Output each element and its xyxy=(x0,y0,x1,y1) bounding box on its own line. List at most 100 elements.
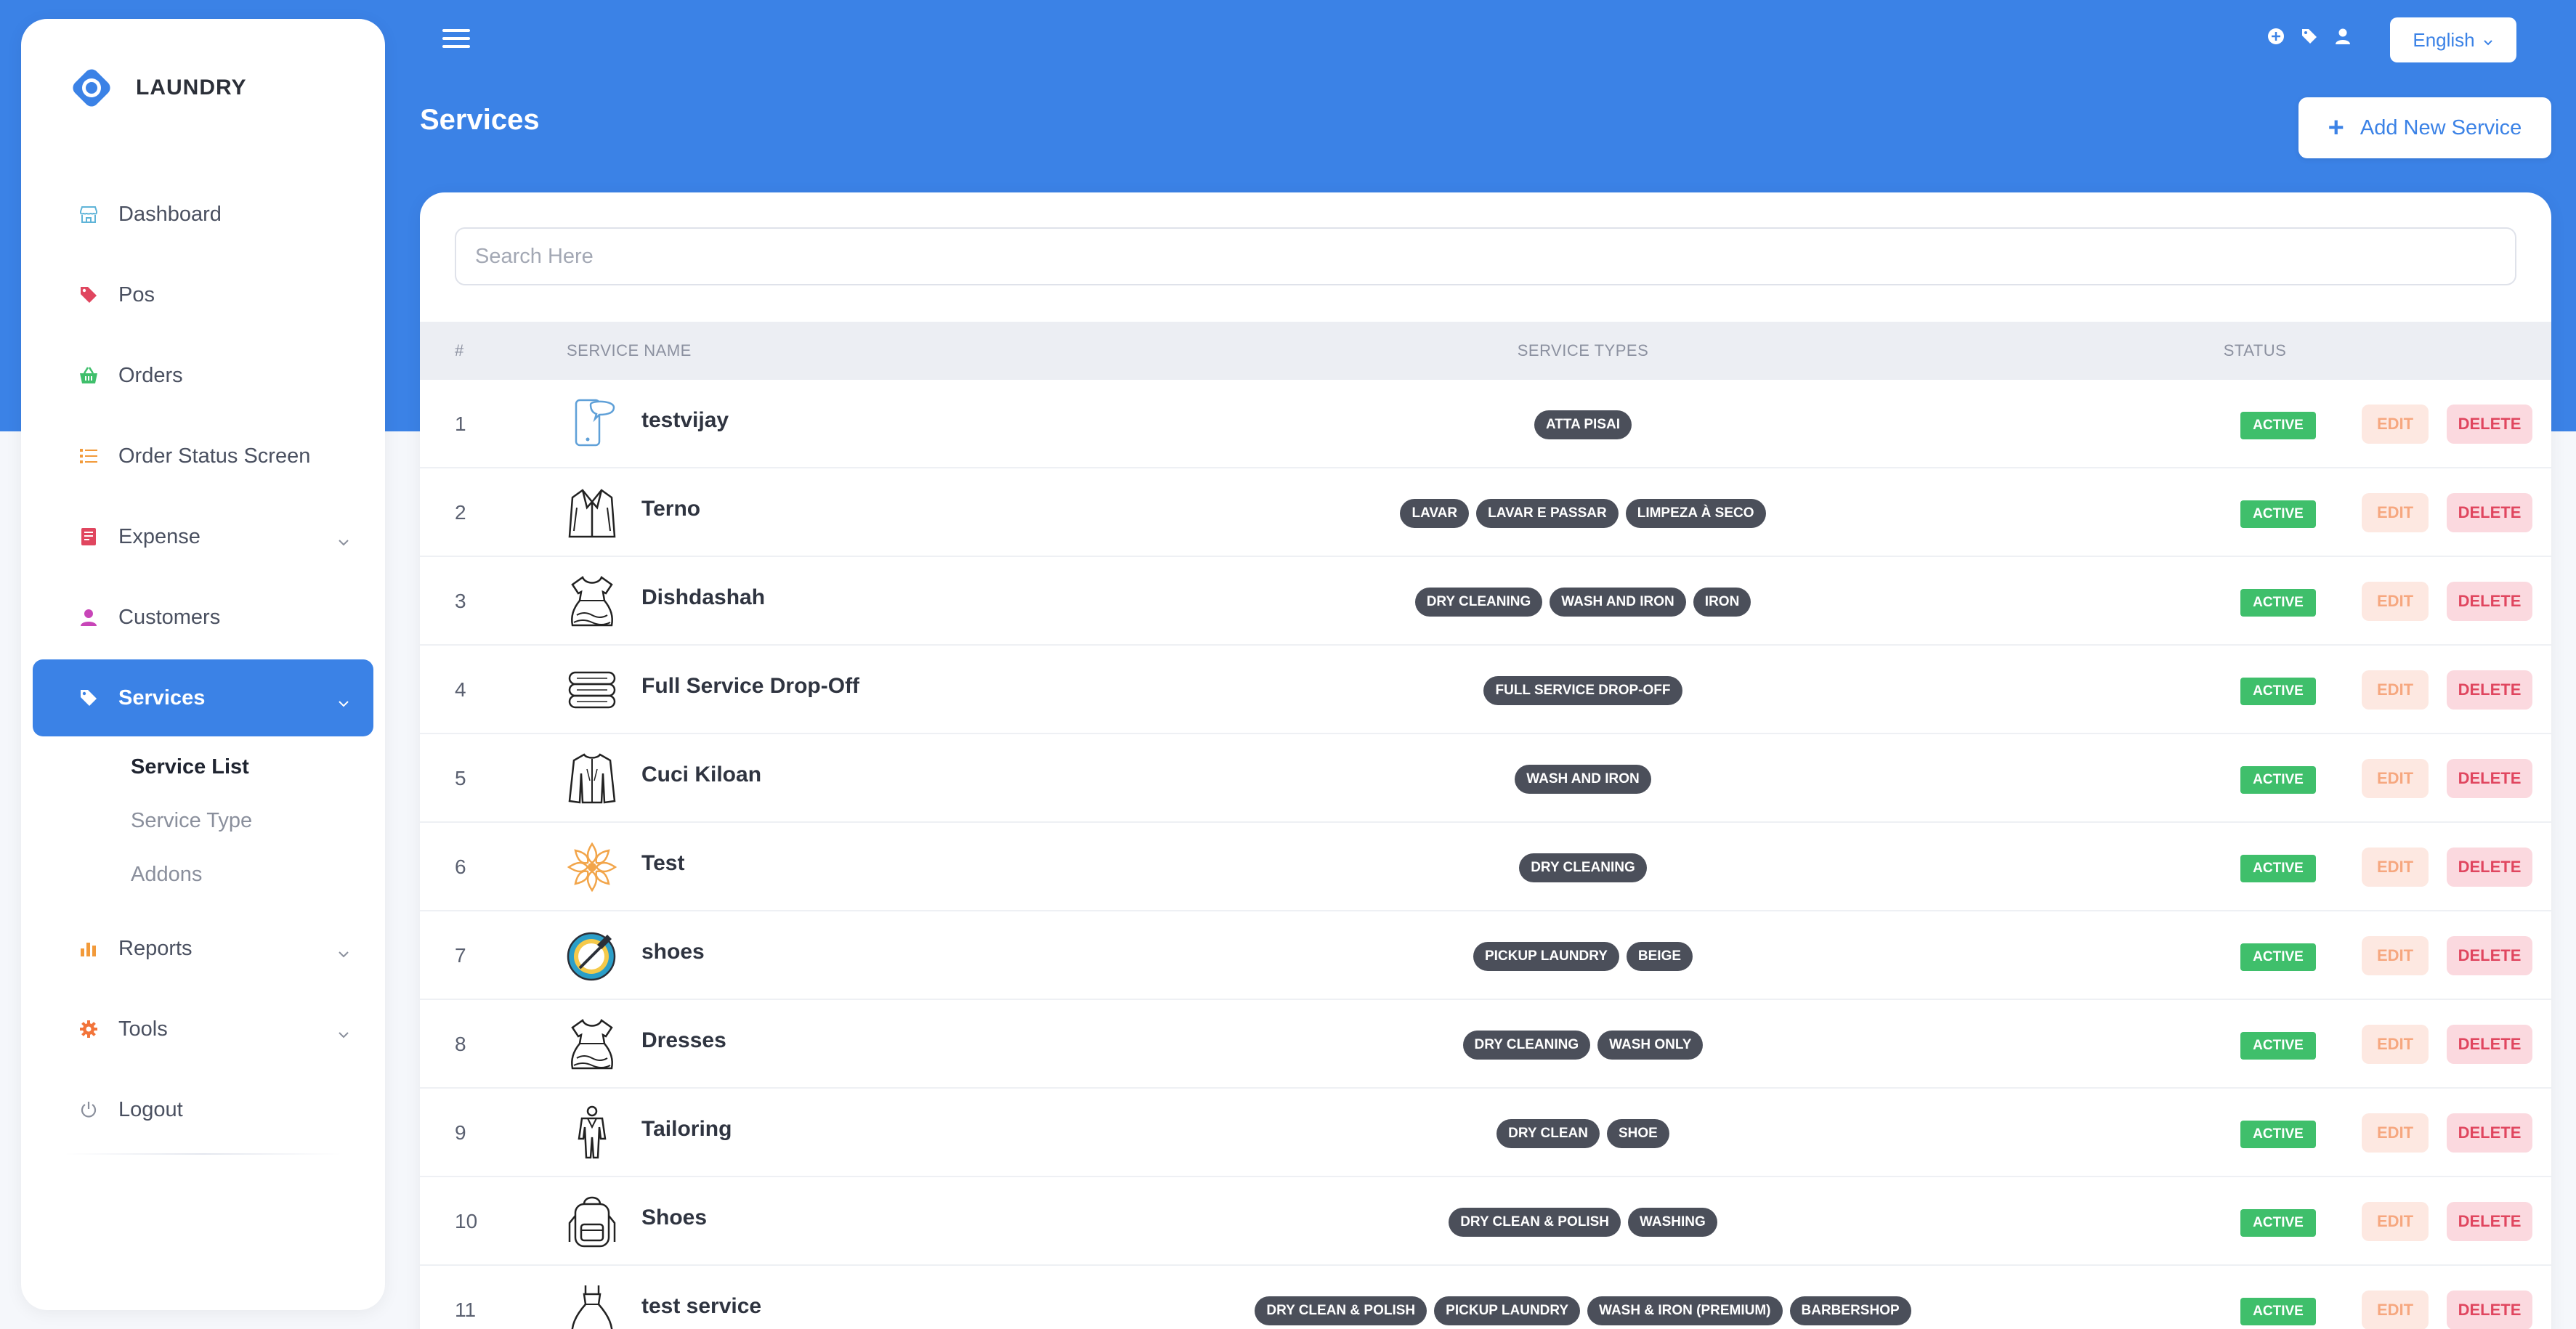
edit-button[interactable]: EDIT xyxy=(2362,1025,2429,1064)
table-row: 8 Dresses DRY CLEANING WASH ONLY ACTIVE EDIT D… xyxy=(420,1000,2551,1089)
delete-button[interactable]: DELETE xyxy=(2447,493,2532,532)
status-badge: ACTIVE xyxy=(2240,1298,2316,1325)
status-badge: ACTIVE xyxy=(2240,855,2316,882)
table-row: 9 Tailoring DRY CLEAN SHOE ACTIVE EDIT DELETE xyxy=(420,1089,2551,1177)
service-type-badge: FULL SERVICE DROP-OFF xyxy=(1483,676,1682,705)
sidebar-item-dashboard[interactable]: Dashboard xyxy=(33,176,373,253)
row-index: 7 xyxy=(455,944,466,967)
tag-icon xyxy=(76,686,101,710)
jacket-icon xyxy=(564,750,620,807)
user-icon[interactable] xyxy=(2333,27,2352,46)
edit-button[interactable]: EDIT xyxy=(2362,848,2429,887)
service-types: DRY CLEAN & POLISH PICKUP LAUNDRY WASH & I… xyxy=(1255,1296,1911,1325)
sidebar-item-label: Pos xyxy=(118,283,155,306)
delete-button[interactable]: DELETE xyxy=(2447,1025,2532,1064)
header-status: Status xyxy=(2223,341,2287,359)
delete-button[interactable]: DELETE xyxy=(2447,405,2532,444)
edit-button[interactable]: EDIT xyxy=(2362,582,2429,621)
table-row: 10 Shoes DRY CLEAN & POLISH WASHING ACTIVE ED… xyxy=(420,1177,2551,1266)
plus-circle-icon[interactable] xyxy=(2267,27,2285,46)
service-type-badge: DRY CLEANING xyxy=(1462,1031,1591,1060)
row-index: 1 xyxy=(455,412,466,435)
compass-icon xyxy=(564,927,620,984)
sidebar-item-label: Reports xyxy=(118,936,193,960)
list-icon xyxy=(76,444,101,468)
table-row: 1 testvijay ATTA PISAI ACTIVE EDIT DELETE xyxy=(420,380,2551,468)
row-index: 11 xyxy=(455,1298,477,1321)
edit-button[interactable]: EDIT xyxy=(2362,936,2429,975)
add-new-service-button[interactable]: + Add New Service xyxy=(2298,97,2551,158)
delete-button[interactable]: DELETE xyxy=(2447,1291,2532,1329)
delete-button[interactable]: DELETE xyxy=(2447,848,2532,887)
edit-button[interactable]: EDIT xyxy=(2362,759,2429,798)
edit-button[interactable]: EDIT xyxy=(2362,493,2429,532)
chevron-down-icon xyxy=(337,1021,350,1045)
edit-button[interactable]: EDIT xyxy=(2362,405,2429,444)
status-badge: ACTIVE xyxy=(2240,1121,2316,1148)
service-types: FULL SERVICE DROP-OFF xyxy=(1284,676,1882,705)
language-select[interactable]: English xyxy=(2390,17,2516,62)
gown-icon xyxy=(564,1282,620,1329)
service-type-badge: BARBERSHOP xyxy=(1789,1296,1911,1325)
sidebar-item-logout[interactable]: Logout xyxy=(33,1071,373,1148)
service-name: Tailoring xyxy=(641,1117,732,1141)
sidebar-item-label: Services xyxy=(118,686,206,710)
header-index: # xyxy=(455,341,464,359)
row-index: 10 xyxy=(455,1210,478,1232)
edit-button[interactable]: EDIT xyxy=(2362,670,2429,710)
row-index: 3 xyxy=(455,590,466,612)
dress-icon xyxy=(564,573,620,630)
service-name: Cuci Kiloan xyxy=(641,763,762,787)
dress-icon xyxy=(564,1016,620,1073)
service-type-badge: WASHING xyxy=(1628,1208,1717,1237)
chevron-down-icon xyxy=(337,690,350,714)
plus-icon: + xyxy=(2328,113,2344,143)
sidebar-divider xyxy=(65,1153,341,1155)
add-new-service-label: Add New Service xyxy=(2360,115,2522,139)
status-badge: ACTIVE xyxy=(2240,589,2316,617)
row-index: 9 xyxy=(455,1121,466,1144)
tag-icon[interactable] xyxy=(2300,27,2319,46)
sidebar-item-services[interactable]: Services xyxy=(33,659,373,736)
mannequin-icon xyxy=(564,1105,620,1161)
sidebar-item-reports[interactable]: Reports xyxy=(33,910,373,987)
sidebar-item-pos[interactable]: Pos xyxy=(33,256,373,333)
sidebar-item-expense[interactable]: Expense xyxy=(33,498,373,575)
flower-icon xyxy=(564,839,620,895)
status-badge: ACTIVE xyxy=(2240,678,2316,705)
sidebar-item-label: Logout xyxy=(118,1097,183,1121)
search-input[interactable] xyxy=(455,227,2516,285)
chevron-down-icon xyxy=(2482,29,2494,52)
submenu-item-service-list[interactable]: Service List xyxy=(131,740,373,794)
gear-icon xyxy=(76,1017,101,1041)
service-type-badge: LIMPEZA À SECO xyxy=(1625,499,1766,528)
edit-button[interactable]: EDIT xyxy=(2362,1291,2429,1329)
row-index: 6 xyxy=(455,855,466,878)
edit-button[interactable]: EDIT xyxy=(2362,1113,2429,1153)
delete-button[interactable]: DELETE xyxy=(2447,759,2532,798)
hamburger-menu-icon[interactable] xyxy=(442,29,470,52)
delete-button[interactable]: DELETE xyxy=(2447,670,2532,710)
brand[interactable]: LAUNDRY xyxy=(66,57,247,119)
sidebar-item-tools[interactable]: Tools xyxy=(33,991,373,1068)
submenu-item-addons[interactable]: Addons xyxy=(131,848,373,901)
chevron-down-icon xyxy=(337,529,350,553)
delete-button[interactable]: DELETE xyxy=(2447,936,2532,975)
receipt-icon xyxy=(76,524,101,549)
delete-button[interactable]: DELETE xyxy=(2447,1202,2532,1241)
sidebar-item-customers[interactable]: Customers xyxy=(33,579,373,656)
service-type-badge: WASH AND IRON xyxy=(1515,765,1651,794)
table-row: 3 Dishdashah DRY CLEANING WASH AND IRON IRON… xyxy=(420,557,2551,646)
table-body: 1 testvijay ATTA PISAI ACTIVE EDIT DELETE 2 Ter… xyxy=(420,380,2551,1329)
service-type-badge: LAVAR E PASSAR xyxy=(1476,499,1619,528)
sidebar-item-orders[interactable]: Orders xyxy=(33,337,373,414)
sidebar-item-order-status-screen[interactable]: Order Status Screen xyxy=(33,418,373,495)
submenu-item-service-type[interactable]: Service Type xyxy=(131,794,373,848)
delete-button[interactable]: DELETE xyxy=(2447,582,2532,621)
edit-button[interactable]: EDIT xyxy=(2362,1202,2429,1241)
sidebar-menu: Dashboard Pos Orders Order Status Screen… xyxy=(33,176,373,1152)
delete-button[interactable]: DELETE xyxy=(2447,1113,2532,1153)
status-badge: ACTIVE xyxy=(2240,943,2316,971)
header-service-types: Service Types xyxy=(1517,341,1649,359)
status-badge: ACTIVE xyxy=(2240,412,2316,439)
